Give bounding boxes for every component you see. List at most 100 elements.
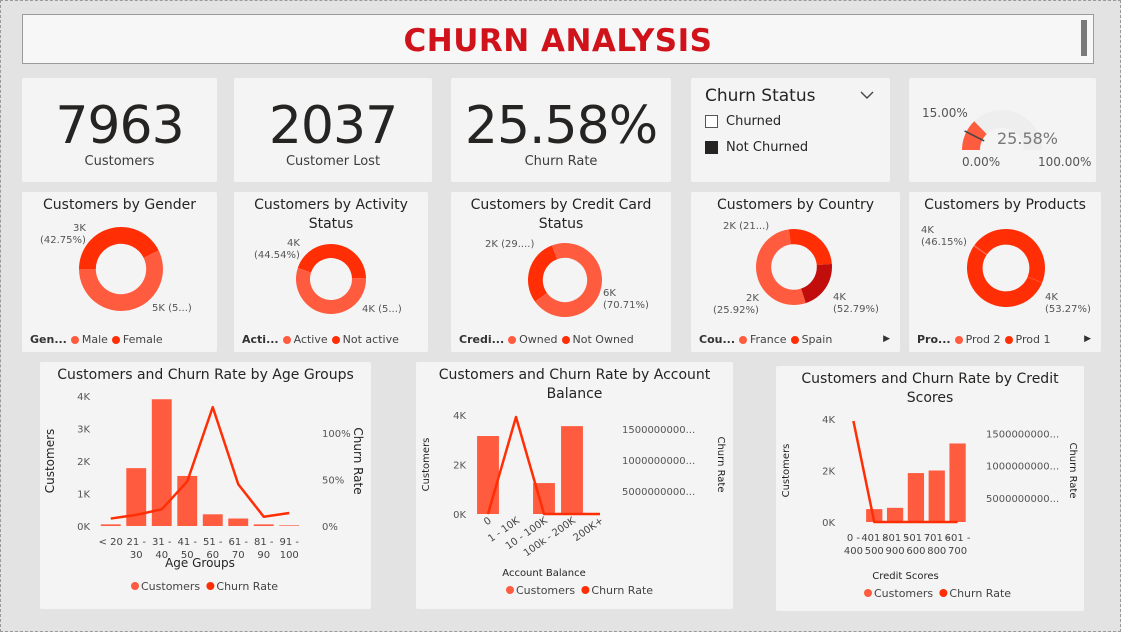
x-axis-title: Credit Scores (872, 571, 938, 582)
x-axis-title: Age Groups (165, 556, 235, 570)
bar[interactable] (126, 468, 147, 526)
legend-item[interactable]: France (750, 333, 787, 346)
bar[interactable] (477, 436, 499, 514)
data-label: 5K (5...) (152, 303, 192, 314)
donut-card-gender[interactable]: Customers by Gender 3K (42.75%) 5K (5...… (22, 192, 217, 352)
donut-chart[interactable] (966, 228, 1046, 308)
legend-item[interactable]: Customers (874, 587, 933, 600)
chevron-down-icon[interactable] (860, 88, 874, 104)
legend-marker (70, 335, 79, 344)
donut-chart[interactable] (78, 226, 164, 312)
bar[interactable] (253, 524, 274, 526)
donut-chart[interactable] (527, 242, 603, 318)
data-label: 2K (25.92%) (713, 293, 759, 316)
data-label: 4K (53.27%) (1045, 292, 1091, 315)
legend-next-arrow-icon[interactable]: ▶ (883, 334, 890, 344)
legend-marker (506, 586, 514, 594)
legend-marker (954, 335, 963, 344)
bar[interactable] (228, 518, 249, 526)
donut-slice[interactable] (801, 263, 832, 304)
legend-item[interactable]: Churn Rate (216, 580, 278, 593)
legend-marker (790, 335, 799, 344)
slicer-option-not-churned[interactable]: Not Churned (705, 140, 808, 155)
legend-item[interactable]: Owned (519, 333, 557, 346)
combo-chart[interactable]: 0K 2K 4K 5000000000... 1000000000... 15000000… (776, 366, 1084, 611)
legend-marker (206, 582, 215, 590)
x-axis-title: Account Balance (502, 568, 585, 579)
legend-item[interactable]: Not Owned (573, 333, 634, 346)
combo-chart[interactable]: 0K 2K 4K 5000000000... 1000000000... 15000000… (416, 362, 733, 609)
combo-chart[interactable]: 0K 1K 2K 3K 4K 0% 50% 100% Customers Churn Rate < … (40, 362, 371, 609)
kpi-value: 7963 (55, 96, 184, 156)
bar[interactable] (202, 514, 223, 526)
legend-item[interactable]: Churn Rate (591, 584, 653, 597)
scrollbar-thumb[interactable] (1081, 20, 1087, 56)
legend-title: Credi... (459, 333, 505, 346)
x-tick-label: 0 -400 (844, 533, 863, 557)
checkbox-checked-icon[interactable] (705, 141, 718, 154)
bar[interactable] (949, 443, 966, 522)
bar[interactable] (907, 473, 925, 522)
legend-item[interactable]: Churn Rate (949, 587, 1011, 600)
churn-status-slicer[interactable]: Churn Status Churned Not Churned (691, 78, 890, 182)
kpi-value: 2037 (268, 96, 398, 156)
bar[interactable] (177, 475, 198, 526)
legend-item[interactable]: Customers (141, 580, 200, 593)
chart-card-account-balance[interactable]: Customers and Churn Rate by Account Bala… (416, 362, 733, 609)
donut-card-credit-card[interactable]: Customers by Credit Card Status 2K (29..… (451, 192, 671, 352)
kpi-card-churn-rate[interactable]: 25.58% Churn Rate (451, 78, 671, 182)
y2-tick-label: 50% (322, 476, 344, 487)
bar[interactable] (886, 507, 904, 522)
chart-card-credit-scores[interactable]: Customers and Churn Rate by Credit Score… (776, 366, 1084, 611)
bar[interactable] (100, 524, 121, 526)
bar[interactable] (151, 399, 172, 526)
kpi-card-customers[interactable]: 7963 Customers (22, 78, 217, 182)
legend-item[interactable]: Female (123, 333, 163, 346)
donut-slice[interactable] (528, 245, 558, 302)
legend: Pro... Prod 2 Prod 1 (917, 333, 1050, 346)
y2-tick-label: 5000000000... (622, 487, 695, 498)
bar[interactable] (561, 426, 583, 514)
bar[interactable] (279, 525, 300, 526)
legend-marker (581, 586, 590, 594)
legend-item[interactable]: Male (82, 333, 108, 346)
kpi-value: 25.58% (464, 96, 658, 156)
donut-chart[interactable] (755, 228, 833, 306)
donut-chart[interactable] (295, 243, 367, 315)
y-tick-label: 3K (77, 425, 90, 436)
legend-item[interactable]: Prod 1 (1016, 333, 1051, 346)
y2-tick-label: 1500000000... (622, 425, 695, 436)
legend-item[interactable]: Customers (516, 584, 575, 597)
legend-item[interactable]: Active (294, 333, 328, 346)
y-axis-title: Customers (43, 429, 57, 494)
donut-card-products[interactable]: Customers by Products 4K (46.15%) 4K (53… (909, 192, 1101, 352)
churn-rate-gauge[interactable]: 15.00% 25.58% 0.00% 100.00% (909, 78, 1096, 182)
donut-card-country[interactable]: Customers by Country 2K (21...) 2K (25.9… (691, 192, 900, 352)
legend-marker (561, 335, 570, 344)
y-axis-title: Customers (781, 444, 792, 498)
y2-tick-label: 0% (322, 522, 338, 533)
y-tick-label: 2K (453, 461, 466, 472)
chart-card-age-groups[interactable]: Customers and Churn Rate by Age Groups 0… (40, 362, 371, 609)
legend: Acti... Active Not active (242, 333, 399, 346)
y2-tick-label: 1000000000... (986, 462, 1059, 473)
x-tick-label: 601 -700 (945, 533, 971, 557)
y-axis-title: Customers (421, 438, 432, 492)
donut-card-activity[interactable]: Customers by Activity Status 4K (44.54%)… (234, 192, 428, 352)
y-tick-label: 0K (77, 522, 90, 533)
checkbox-icon[interactable] (705, 115, 718, 128)
y2-axis-title: Churn Rate (1067, 442, 1078, 498)
legend-next-arrow-icon[interactable]: ▶ (1084, 334, 1091, 344)
y2-axis-title: Churn Rate (351, 427, 365, 494)
legend-marker (1004, 335, 1013, 344)
donut-slice[interactable] (788, 229, 832, 266)
y-tick-label: 4K (822, 415, 835, 426)
slicer-option-churned[interactable]: Churned (705, 114, 781, 129)
kpi-card-customer-lost[interactable]: 2037 Customer Lost (234, 78, 432, 182)
bar[interactable] (928, 470, 945, 523)
legend-item[interactable]: Not active (343, 333, 399, 346)
y-tick-label: 0K (822, 518, 835, 529)
report-title: CHURN ANALYSIS (403, 23, 713, 59)
legend-item[interactable]: Prod 2 (966, 333, 1001, 346)
legend-item[interactable]: Spain (802, 333, 833, 346)
